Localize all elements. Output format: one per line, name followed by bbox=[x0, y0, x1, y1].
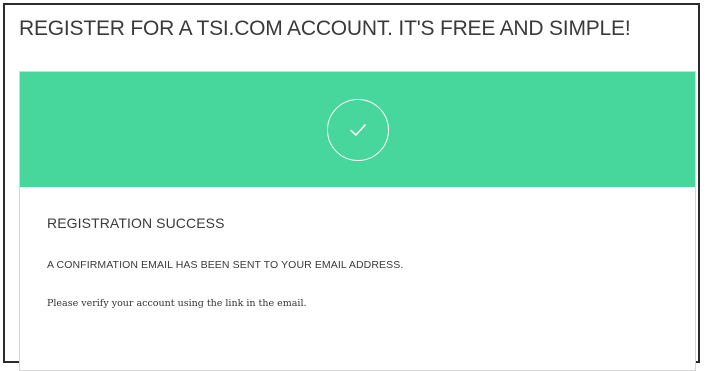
confirmation-message: A CONFIRMATION EMAIL HAS BEEN SENT TO YO… bbox=[47, 259, 404, 271]
registration-frame: REGISTER FOR A TSI.COM ACCOUNT. IT'S FRE… bbox=[3, 3, 700, 371]
page-title: REGISTER FOR A TSI.COM ACCOUNT. IT'S FRE… bbox=[19, 17, 631, 40]
success-heading: REGISTRATION SUCCESS bbox=[47, 215, 225, 231]
success-banner bbox=[20, 72, 695, 187]
verify-instruction: Please verify your account using the lin… bbox=[47, 298, 307, 309]
check-icon bbox=[349, 123, 366, 136]
check-circle-icon bbox=[326, 98, 389, 161]
registration-card: REGISTRATION SUCCESS A CONFIRMATION EMAI… bbox=[19, 71, 696, 371]
message-section: REGISTRATION SUCCESS A CONFIRMATION EMAI… bbox=[47, 215, 403, 309]
